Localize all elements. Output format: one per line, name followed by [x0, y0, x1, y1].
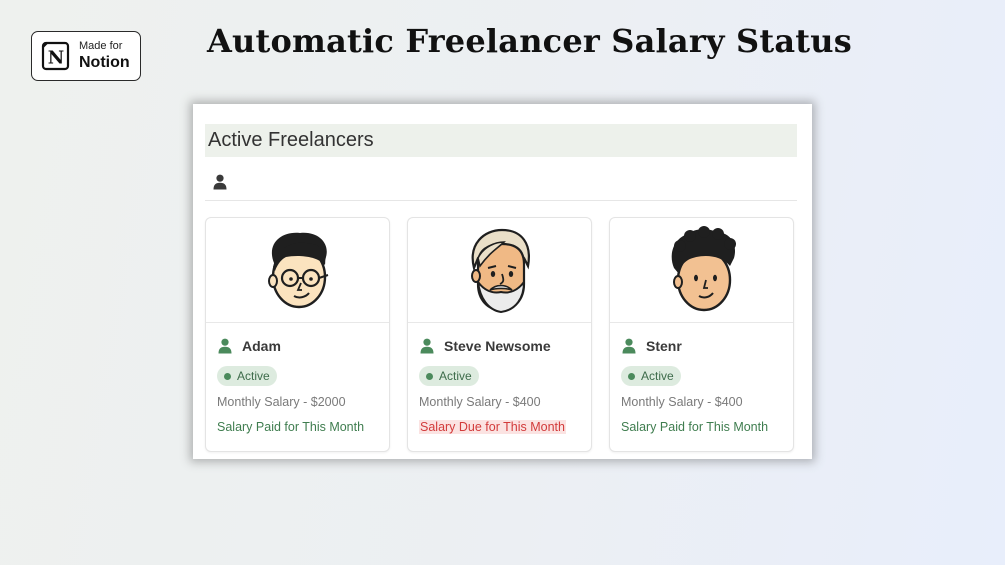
- salary-status: Salary Paid for This Month: [217, 420, 365, 434]
- made-for-notion-badge: N Made for Notion: [31, 31, 141, 81]
- status-label: Active: [641, 369, 674, 383]
- monthly-salary: Monthly Salary - $400: [621, 395, 743, 409]
- badge-small-text: Made for: [79, 40, 123, 52]
- status-badge: Active: [419, 366, 479, 386]
- status-dot-icon: [628, 372, 635, 380]
- card-cover: [408, 218, 591, 323]
- freelancer-card[interactable]: Adam Active Monthly Salary - $2000 Salar…: [205, 217, 390, 452]
- freelancer-name: Steve Newsome: [444, 338, 551, 354]
- freelancer-name: Adam: [242, 338, 281, 354]
- status-dot-icon: [426, 372, 433, 380]
- status-dot-icon: [224, 372, 231, 380]
- person-icon: [213, 174, 227, 190]
- gallery-cards: Adam Active Monthly Salary - $2000 Salar…: [205, 217, 797, 453]
- monthly-salary: Monthly Salary - $400: [419, 395, 541, 409]
- page-title: Automatic Freelancer Salary Status: [207, 22, 852, 60]
- status-label: Active: [439, 369, 472, 383]
- avatar-beard-icon: [470, 228, 530, 314]
- notion-logo-icon: N: [41, 41, 70, 71]
- avatar-curly-icon: [671, 226, 736, 312]
- card-cover: [206, 218, 389, 323]
- person-icon: [420, 338, 434, 354]
- freelancer-card[interactable]: Steve Newsome Active Monthly Salary - $4…: [407, 217, 592, 452]
- database-header: Active Freelancers: [205, 124, 797, 157]
- person-icon: [622, 338, 636, 354]
- svg-text:N: N: [48, 48, 64, 69]
- status-label: Active: [237, 369, 270, 383]
- freelancer-name: Stenr: [646, 338, 682, 354]
- person-icon: [218, 338, 232, 354]
- freelancer-card[interactable]: Stenr Active Monthly Salary - $400 Salar…: [609, 217, 794, 452]
- salary-status: Salary Paid for This Month: [621, 420, 769, 434]
- badge-big-text: Notion: [79, 54, 130, 71]
- status-badge: Active: [217, 366, 277, 386]
- notion-page-screenshot: Active Freelancers Adam Active Monthly S…: [193, 104, 812, 459]
- monthly-salary: Monthly Salary - $2000: [217, 395, 346, 409]
- database-title[interactable]: Active Freelancers: [208, 129, 374, 152]
- salary-status: Salary Due for This Month: [419, 420, 566, 434]
- status-badge: Active: [621, 366, 681, 386]
- avatar-glasses-icon: [267, 232, 328, 309]
- gallery-view-tab[interactable]: [205, 164, 797, 201]
- card-cover: [610, 218, 793, 323]
